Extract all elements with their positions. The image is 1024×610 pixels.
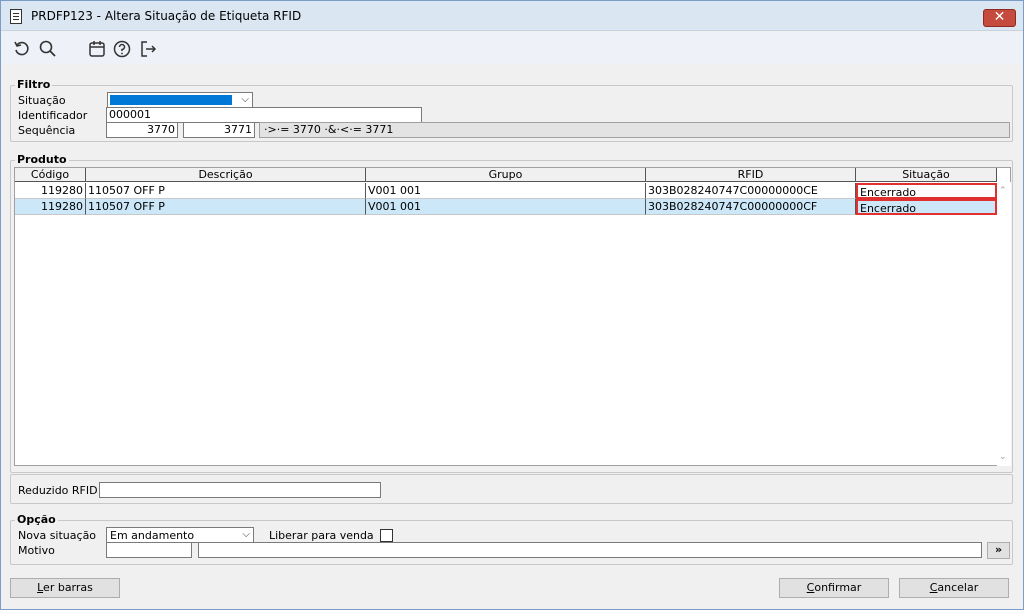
cell-grupo: V001 001 bbox=[366, 183, 646, 199]
filtro-legend: Filtro bbox=[15, 78, 53, 91]
nova-situacao-select[interactable]: Em andamento ⌵ bbox=[106, 527, 254, 543]
vertical-scrollbar[interactable]: ⌃ ⌄ bbox=[997, 182, 1011, 466]
opcao-legend: Opção bbox=[15, 513, 58, 526]
cancelar-button[interactable]: Cancelar bbox=[899, 578, 1009, 598]
chevron-down-icon: ⌵ bbox=[241, 94, 249, 105]
nova-situacao-label: Nova situação bbox=[18, 529, 97, 542]
motivo-code-input[interactable] bbox=[106, 542, 192, 558]
column-header-descricao[interactable]: Descrição bbox=[86, 168, 366, 182]
help-icon[interactable] bbox=[112, 39, 132, 59]
column-header-rfid[interactable]: RFID bbox=[646, 168, 856, 182]
cell-descricao: 110507 OFF P bbox=[86, 199, 366, 215]
title-bar: PRDFP123 - Altera Situação de Etiqueta R… bbox=[1, 1, 1023, 31]
confirmar-label: onfirmar bbox=[814, 581, 862, 594]
reduzido-label: Reduzido RFID bbox=[18, 484, 98, 497]
situacao-select[interactable]: ⌵ bbox=[107, 92, 253, 108]
chevron-down-icon[interactable]: ⌄ bbox=[999, 452, 1007, 462]
reduzido-input[interactable] bbox=[99, 482, 381, 498]
exit-icon[interactable] bbox=[138, 39, 158, 59]
nova-situacao-value: Em andamento bbox=[110, 529, 195, 542]
liberar-label: Liberar para venda bbox=[269, 529, 374, 542]
cell-situacao: Encerrado bbox=[856, 199, 997, 215]
cell-codigo: 119280 bbox=[15, 199, 86, 215]
cell-codigo: 119280 bbox=[15, 183, 86, 199]
cancelar-label: ancelar bbox=[937, 581, 979, 594]
liberar-checkbox[interactable] bbox=[380, 529, 393, 542]
sequencia-from-input[interactable]: 3770 bbox=[106, 122, 178, 138]
refresh-icon[interactable] bbox=[12, 39, 32, 59]
sequencia-to-input[interactable]: 3771 bbox=[183, 122, 255, 138]
cell-descricao: 110507 OFF P bbox=[86, 183, 366, 199]
column-header-codigo[interactable]: Código bbox=[15, 168, 86, 182]
cell-situacao: Encerrado bbox=[856, 183, 997, 199]
confirmar-button[interactable]: Confirmar bbox=[779, 578, 889, 598]
situacao-selection bbox=[110, 95, 232, 105]
cell-rfid: 303B028240747C00000000CF bbox=[646, 199, 856, 215]
table-row[interactable]: 119280 110507 OFF P V001 001 303B0282407… bbox=[15, 199, 997, 215]
close-button[interactable]: ✕ bbox=[983, 9, 1016, 27]
produto-grid: Código Descrição Grupo RFID Situação 119… bbox=[14, 167, 1011, 466]
chevron-up-icon[interactable]: ⌃ bbox=[999, 186, 1007, 196]
identificador-input[interactable]: 000001 bbox=[106, 107, 422, 123]
ler-barras-button[interactable]: Ler barras bbox=[10, 578, 120, 598]
sequencia-expression: ·>·= 3770 ·&·<·= 3771 bbox=[259, 122, 1010, 138]
identificador-label: Identificador bbox=[18, 109, 88, 122]
ler-barras-label: er barras bbox=[43, 581, 93, 594]
cell-rfid: 303B028240747C00000000CE bbox=[646, 183, 856, 199]
window-title: PRDFP123 - Altera Situação de Etiqueta R… bbox=[31, 9, 302, 23]
cell-grupo: V001 001 bbox=[366, 199, 646, 215]
motivo-description-input[interactable] bbox=[198, 542, 982, 558]
calendar-icon[interactable] bbox=[87, 39, 107, 59]
chevron-down-icon: ⌵ bbox=[242, 529, 250, 540]
document-icon bbox=[10, 9, 22, 24]
motivo-label: Motivo bbox=[18, 544, 55, 557]
column-header-grupo[interactable]: Grupo bbox=[366, 168, 646, 182]
situacao-label: Situação bbox=[18, 94, 66, 107]
sequencia-label: Sequência bbox=[18, 124, 76, 137]
produto-legend: Produto bbox=[15, 153, 69, 166]
column-header-situacao[interactable]: Situação bbox=[856, 168, 997, 182]
search-icon[interactable] bbox=[38, 39, 58, 59]
app-window: PRDFP123 - Altera Situação de Etiqueta R… bbox=[0, 0, 1024, 610]
table-row[interactable]: 119280 110507 OFF P V001 001 303B0282407… bbox=[15, 183, 997, 199]
motivo-lookup-button[interactable]: » bbox=[987, 542, 1010, 559]
